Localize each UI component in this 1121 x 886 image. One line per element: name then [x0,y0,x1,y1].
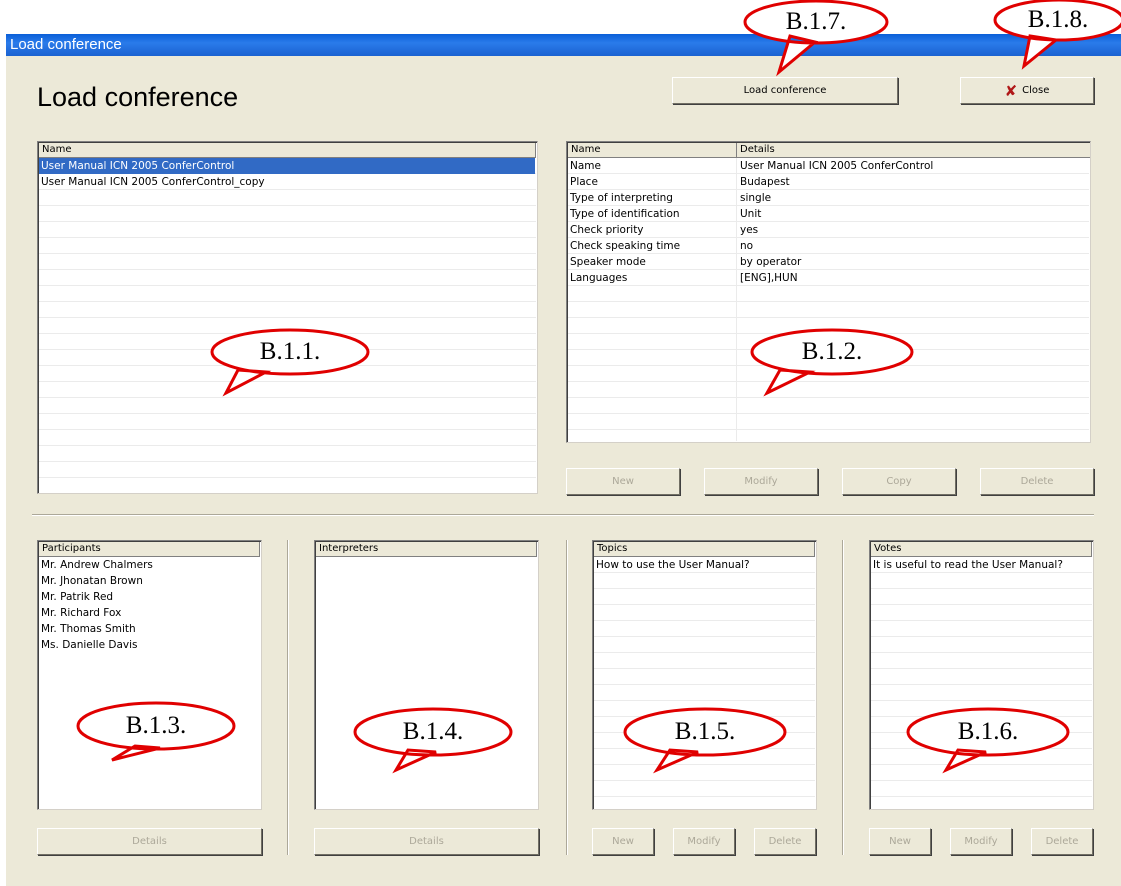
callout-b114-label: B.1.4. [402,718,464,745]
callout-b115-label: B.1.5. [674,718,736,745]
callout-b112-label: B.1.2. [801,338,863,365]
callout-b116-label: B.1.6. [957,718,1019,745]
callout-b111-label: B.1.1. [259,338,321,365]
callout-b118-label: B.1.8. [1027,6,1089,33]
callout-b117-label: B.1.7. [785,8,847,35]
callout-bubbles [76,0,1121,774]
callout-b113-label: B.1.3. [125,712,187,739]
